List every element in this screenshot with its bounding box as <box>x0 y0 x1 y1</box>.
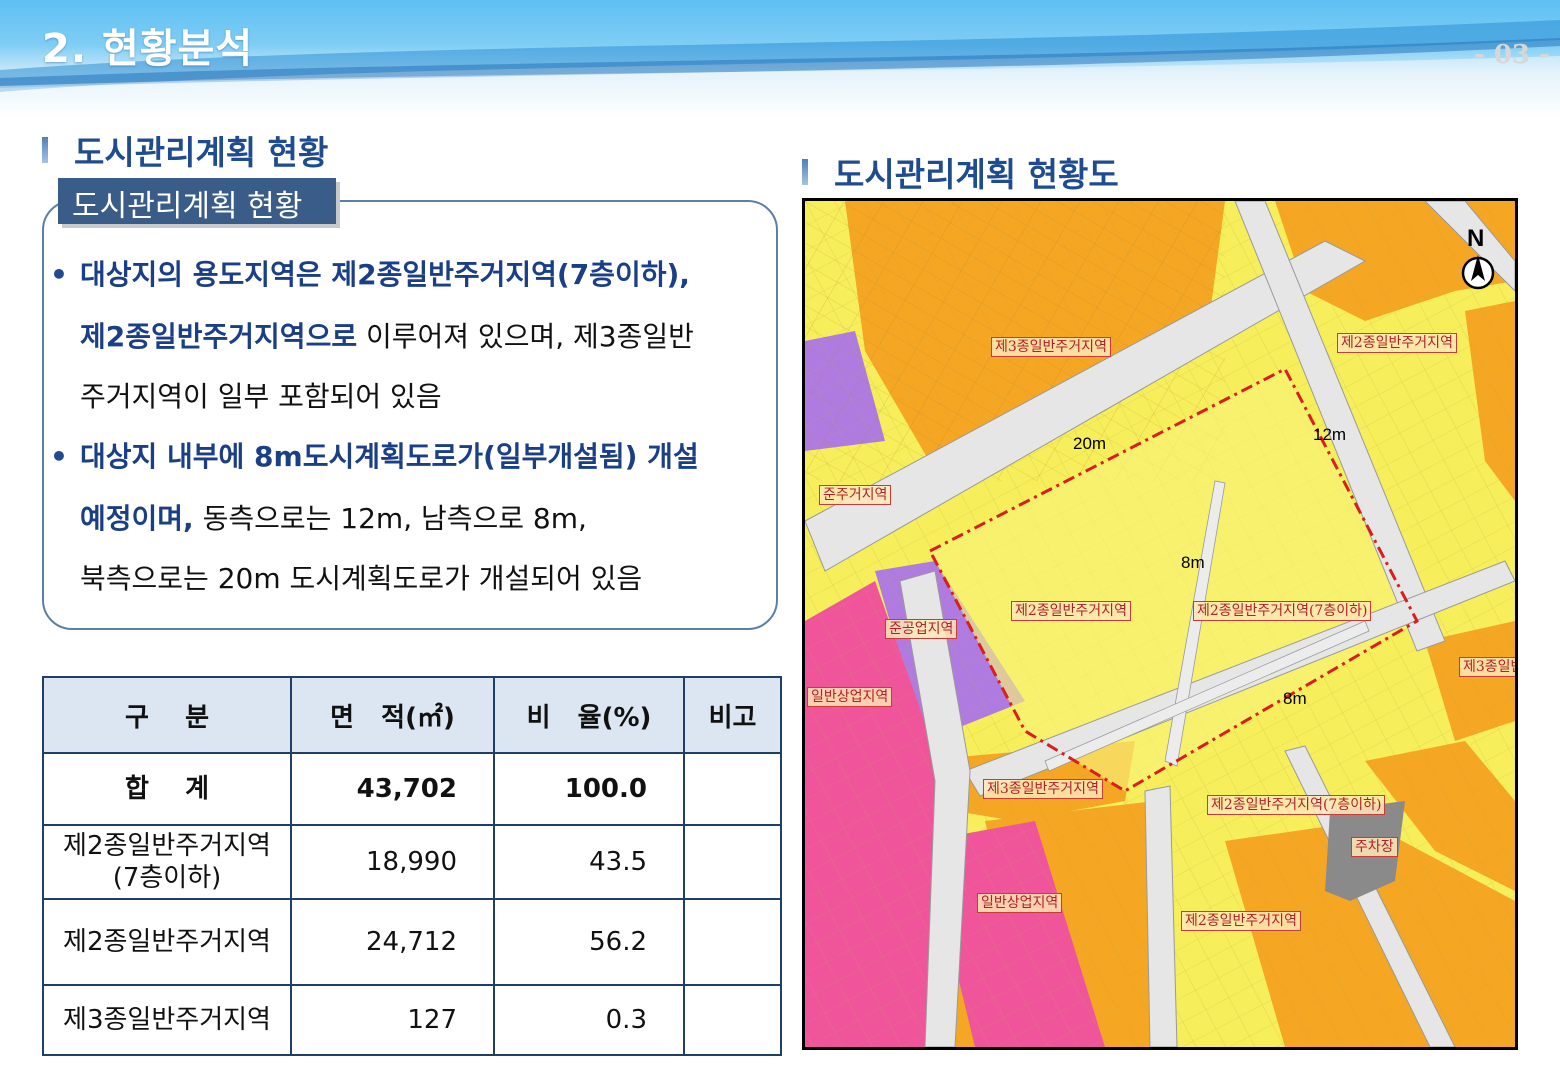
bullet-text-segment: 제2종일반주거지역으로 <box>80 320 358 353</box>
header-banner: 2. 현황분석 - 03 - <box>0 0 1560 118</box>
zone-label: 제3종일반주거지역 <box>991 337 1111 357</box>
table-row: 합 계 43,702 100.0 <box>42 752 782 826</box>
row-ratio: 43.5 <box>493 824 685 900</box>
info-box-tab: 도시관리계획 현황 <box>58 178 336 224</box>
row-ratio: 100.0 <box>493 752 685 826</box>
bullet-text-segment: 주거지역이 일부 포함되어 있음 <box>80 380 442 413</box>
row-area: 127 <box>290 984 495 1056</box>
heading-bar <box>42 137 48 163</box>
zone-label: 제2종일반주거지역(7층이하) <box>1207 795 1386 815</box>
bullet-text-line: 주거지역이 일부 포함되어 있음 <box>80 380 442 414</box>
header-category: 구 분 <box>42 676 292 754</box>
header-ratio: 비 율(%) <box>493 676 685 754</box>
heading-bar <box>802 159 808 185</box>
road-label: 8m <box>1181 553 1205 572</box>
row-area: 24,712 <box>290 898 495 986</box>
header-note: 비고 <box>683 676 782 754</box>
bullet-text-line: 대상지의 용도지역은 제2종일반주거지역(7층이하), <box>80 258 690 292</box>
bullet-text-segment: 북측으로는 20m 도시계획도로가 개설되어 있음 <box>80 562 643 595</box>
row-category: 합 계 <box>42 752 292 826</box>
bullet-text-line: 예정이며, 동측으로는 12m, 남측으로 8m, <box>80 502 587 536</box>
page-title: 2. 현황분석 <box>42 26 254 72</box>
bullet-text-line: 북측으로는 20m 도시계획도로가 개설되어 있음 <box>80 562 642 596</box>
table-row: 제2종일반주거지역 24,712 56.2 <box>42 898 782 986</box>
row-ratio: 0.3 <box>493 984 685 1056</box>
right-section-title: 도시관리계획 현황도 <box>834 155 1119 194</box>
bullet-icon: • <box>50 440 68 473</box>
zone-label: 제3종일반 <box>1459 657 1515 677</box>
row-ratio: 56.2 <box>493 898 685 986</box>
road-label: 12m <box>1313 425 1347 444</box>
zoning-map: N 20m 12m 8m 8m 제3종일반주거지역 제2종일반주거지역 준주거지… <box>802 198 1518 1050</box>
zone-label: 제2종일반주거지역(7층이하) <box>1193 601 1372 621</box>
row-note <box>683 752 782 826</box>
bullet-text-segment: 예정이며, <box>80 502 194 535</box>
bullet-icon: • <box>50 258 68 291</box>
zone-label: 일반상업지역 <box>977 893 1063 913</box>
left-section-title: 도시관리계획 현황 <box>74 133 329 172</box>
zone-label: 제3종일반주거지역 <box>983 779 1103 799</box>
right-section-heading: 도시관리계획 현황도 <box>802 148 1119 196</box>
bullet-text-segment: 대상지 내부에 8m도시계획도로가(일부개설됨) 개설 <box>80 440 699 473</box>
row-note <box>683 824 782 900</box>
row-note <box>683 898 782 986</box>
bullet-text-segment: 이루어져 있으며, 제3종일반 <box>357 320 694 353</box>
table-row: 제2종일반주거지역 (7층이하) 18,990 43.5 <box>42 824 782 900</box>
left-section-heading: 도시관리계획 현황 <box>42 126 328 174</box>
row-category: 제2종일반주거지역 (7층이하) <box>42 824 292 900</box>
zone-label: 제2종일반주거지역 <box>1337 333 1457 353</box>
row-category: 제3종일반주거지역 <box>42 984 292 1056</box>
row-category: 제2종일반주거지역 <box>42 898 292 986</box>
zone-label: 제2종일반주거지역 <box>1181 911 1301 931</box>
page-number: - 03 - <box>1474 40 1550 70</box>
row-area: 43,702 <box>290 752 495 826</box>
bullet-text-segment: 대상지의 용도지역은 제2종일반주거지역(7층이하), <box>80 258 690 291</box>
bullet-text-line: 제2종일반주거지역으로 이루어져 있으며, 제3종일반 <box>80 320 694 354</box>
road-label: 8m <box>1283 689 1307 708</box>
road-label: 20m <box>1073 434 1107 453</box>
zone-label: 주차장 <box>1351 837 1398 857</box>
row-area: 18,990 <box>290 824 495 900</box>
bullet-text-segment: 동측으로는 12m, 남측으로 8m, <box>193 502 587 535</box>
row-note <box>683 984 782 1056</box>
header-area: 면 적(㎡) <box>290 676 495 754</box>
table-header-row: 구 분 면 적(㎡) 비 율(%) 비고 <box>42 676 782 754</box>
zone-label: 제2종일반주거지역 <box>1011 601 1131 621</box>
table-row: 제3종일반주거지역 127 0.3 <box>42 984 782 1056</box>
zone-label: 준공업지역 <box>885 619 958 639</box>
north-label: N <box>1467 225 1485 252</box>
zone-label: 준주거지역 <box>819 485 892 505</box>
bullet-text-line: 대상지 내부에 8m도시계획도로가(일부개설됨) 개설 <box>80 440 699 474</box>
area-table: 구 분 면 적(㎡) 비 율(%) 비고 합 계 43,702 100.0 제2… <box>42 676 782 1056</box>
zone-label: 일반상업지역 <box>807 687 893 707</box>
